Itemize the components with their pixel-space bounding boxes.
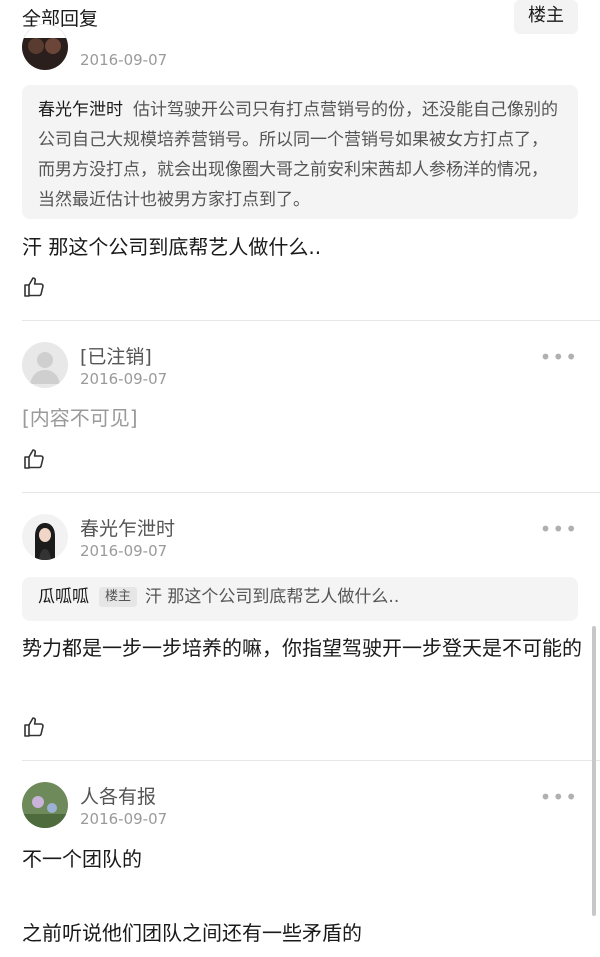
avatar[interactable]	[22, 782, 68, 828]
thumbs-up-icon	[24, 277, 44, 297]
comment-date: 2016-09-07	[80, 542, 168, 560]
avatar[interactable]	[22, 514, 68, 560]
owner-badge: 楼主	[99, 587, 138, 607]
comment-date: 2016-09-07	[80, 51, 168, 69]
divider	[22, 492, 600, 493]
divider	[22, 320, 600, 321]
divider	[22, 760, 600, 761]
more-dots-icon[interactable]: •••	[540, 347, 578, 367]
avatar[interactable]	[22, 24, 68, 70]
like-button[interactable]	[22, 715, 46, 739]
quoted-reply: 春光乍泄时 估计驾驶开公司只有打点营销号的份，还没能自己像别的公司自己大规模培养营…	[22, 85, 578, 219]
quoted-text: 汗 那这个公司到底帮艺人做什么..	[145, 587, 400, 607]
comment-content: 势力都是一步一步培养的嘛，你指望驾驶开一步登天是不可能的	[22, 636, 582, 660]
avatar[interactable]	[22, 342, 68, 388]
thumbs-up-icon	[24, 717, 44, 737]
scrollbar[interactable]	[592, 626, 596, 916]
comment-content: [内容不可见]	[22, 406, 138, 430]
quoted-reply: 瓜呱呱 楼主汗 那这个公司到底帮艺人做什么..	[22, 577, 578, 621]
comment-date: 2016-09-07	[80, 810, 168, 828]
comment-content-line: 之前听说他们团队之间还有一些矛盾的	[22, 921, 362, 945]
comment-content-line: 不一个团队的	[22, 847, 142, 871]
username[interactable]: 人各有报	[80, 782, 156, 809]
header-bar: 全部回复 楼主	[0, 0, 600, 34]
like-button[interactable]	[22, 275, 46, 299]
thumbs-up-icon	[24, 449, 44, 469]
owner-only-button[interactable]: 楼主	[514, 0, 578, 34]
quoted-username[interactable]: 瓜呱呱	[38, 587, 89, 607]
like-button[interactable]	[22, 447, 46, 471]
username[interactable]: [已注销]	[80, 342, 152, 369]
quoted-username[interactable]: 春光乍泄时	[38, 100, 123, 120]
comment-date: 2016-09-07	[80, 370, 168, 388]
more-dots-icon[interactable]: •••	[540, 787, 578, 807]
username[interactable]: 春光乍泄时	[80, 514, 175, 541]
more-dots-icon[interactable]: •••	[540, 519, 578, 539]
comment-content: 汗 那这个公司到底帮艺人做什么..	[22, 235, 322, 259]
